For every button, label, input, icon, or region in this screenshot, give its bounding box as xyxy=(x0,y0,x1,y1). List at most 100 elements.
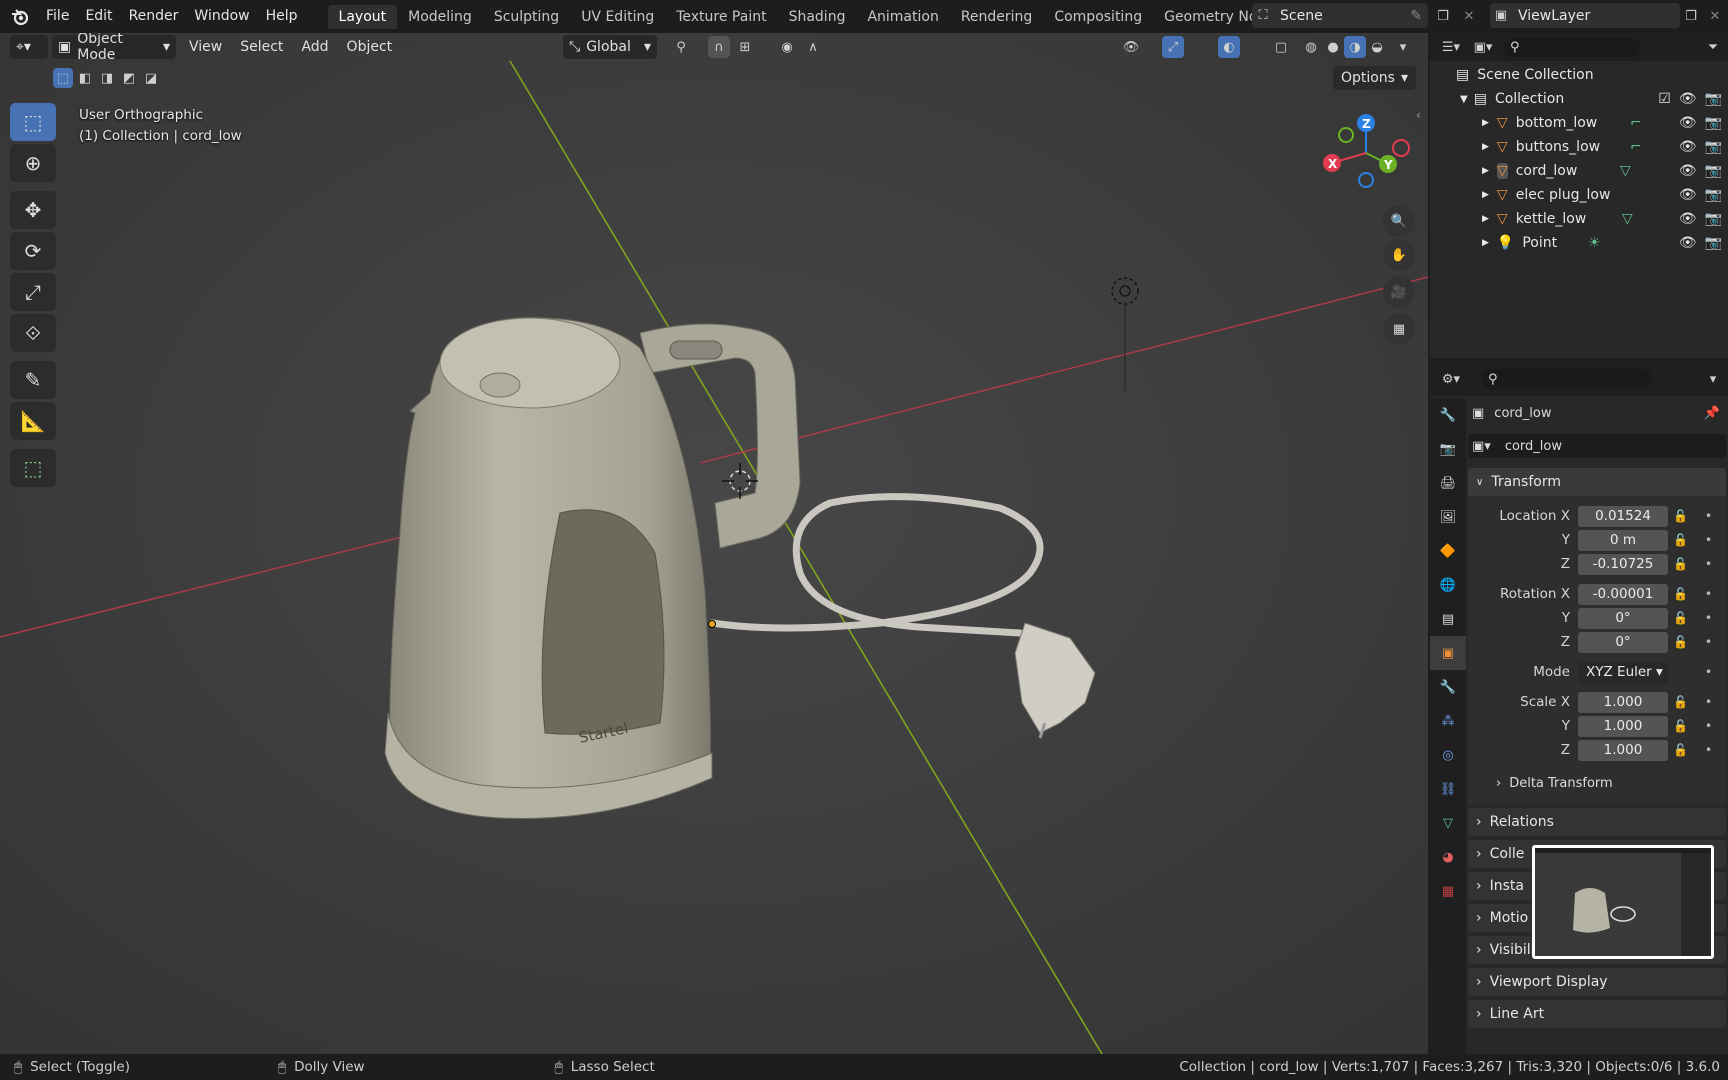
transform-tool[interactable]: ⟐ xyxy=(10,314,56,352)
chevron-right-icon[interactable]: ▶ xyxy=(1482,214,1489,224)
snap-target-icon[interactable]: ⊞ xyxy=(734,36,756,58)
eye-icon[interactable]: 👁 xyxy=(1679,163,1697,179)
material-shading-icon[interactable]: ◑ xyxy=(1344,36,1366,58)
chevron-right-icon[interactable]: ▶ xyxy=(1482,142,1489,152)
keyframe-dot-icon[interactable]: • xyxy=(1705,587,1712,601)
chevron-down-icon[interactable]: ▼ xyxy=(1460,94,1468,105)
tab-uv-editing[interactable]: UV Editing xyxy=(570,5,665,29)
menu-view[interactable]: View xyxy=(180,39,231,55)
display-mode-icon[interactable]: ▣▾ xyxy=(1472,36,1494,58)
tab-material[interactable]: ◕ xyxy=(1430,840,1466,874)
eye-icon[interactable]: 👁 xyxy=(1679,139,1697,155)
measure-tool[interactable]: 📐 xyxy=(10,402,56,440)
tab-layout[interactable]: Layout xyxy=(327,4,398,29)
scale-y-field[interactable]: 1.000 xyxy=(1578,715,1668,737)
lock-icon[interactable]: 🔓 xyxy=(1673,695,1688,709)
keyframe-dot-icon[interactable]: • xyxy=(1705,533,1712,547)
outliner-item[interactable]: ▶ 💡 Point ☀ 👁 📷 xyxy=(1430,231,1728,255)
tab-shading[interactable]: Shading xyxy=(778,5,857,29)
editor-type-button[interactable]: ⌖ ▾ xyxy=(10,35,48,59)
eye-icon[interactable]: 👁 xyxy=(1679,235,1697,251)
zoom-button[interactable]: 🔍 xyxy=(1383,205,1415,237)
eye-icon[interactable]: 👁 xyxy=(1679,115,1697,131)
line-art-panel[interactable]: › Line Art xyxy=(1468,1000,1726,1028)
camera-icon[interactable]: 📷 xyxy=(1705,211,1722,227)
tab-collection[interactable]: ▤ xyxy=(1430,602,1466,636)
xray-icon[interactable]: ▢ xyxy=(1270,36,1292,58)
scale-z-field[interactable]: 1.000 xyxy=(1578,739,1668,761)
proportional-edit-icon[interactable]: ◉ xyxy=(776,36,798,58)
eye-icon[interactable]: 👁 xyxy=(1679,91,1697,107)
tab-world[interactable]: 🌐 xyxy=(1430,568,1466,602)
keyframe-dot-icon[interactable]: • xyxy=(1705,611,1712,625)
lock-icon[interactable]: 🔓 xyxy=(1673,719,1688,733)
tab-render[interactable]: 📷 xyxy=(1430,432,1466,466)
delete-viewlayer-icon[interactable]: ✕ xyxy=(1704,5,1726,27)
eye-icon[interactable]: 👁 xyxy=(1679,187,1697,203)
select-box-tool[interactable]: ⬚ xyxy=(10,103,56,141)
lock-icon[interactable]: 🔓 xyxy=(1673,533,1688,547)
menu-object[interactable]: Object xyxy=(338,39,402,55)
move-tool[interactable]: ✥ xyxy=(10,191,56,229)
ortho-toggle-button[interactable]: ▦ xyxy=(1383,313,1415,345)
properties-editor-icon[interactable]: ⚙▾ xyxy=(1440,368,1462,390)
camera-icon[interactable]: 📷 xyxy=(1705,115,1722,131)
location-x-field[interactable]: 0.01524 xyxy=(1578,505,1668,527)
new-scene-icon[interactable]: ❐ xyxy=(1432,5,1454,27)
outliner-item[interactable]: ▶ ▽ buttons_low ⌐ 👁 📷 xyxy=(1430,135,1728,159)
keyframe-dot-icon[interactable]: • xyxy=(1705,509,1712,523)
viewlayer-selector[interactable]: ▣ ViewLayer xyxy=(1490,3,1680,28)
chevron-right-icon[interactable]: ▶ xyxy=(1482,166,1489,176)
menu-file[interactable]: File xyxy=(38,0,77,33)
rotation-z-field[interactable]: 0° xyxy=(1578,631,1668,653)
outliner-editor-icon[interactable]: ☰▾ xyxy=(1440,36,1462,58)
camera-view-button[interactable]: 🎥 xyxy=(1383,276,1415,308)
camera-icon[interactable]: 📷 xyxy=(1705,139,1722,155)
tab-texture-paint[interactable]: Texture Paint xyxy=(665,5,777,29)
gizmo-icon[interactable]: ⤢ xyxy=(1162,36,1184,58)
falloff-icon[interactable]: ∧ xyxy=(802,36,824,58)
tab-animation[interactable]: Animation xyxy=(856,5,949,29)
rotation-y-field[interactable]: 0° xyxy=(1578,607,1668,629)
3d-viewport[interactable]: Startel ⌖ ▾ ▣ Object Mode ▾ View Select A… xyxy=(0,33,1428,1054)
blender-logo-icon[interactable] xyxy=(10,7,30,27)
tab-physics[interactable]: ◎ xyxy=(1430,738,1466,772)
menu-window[interactable]: Window xyxy=(186,0,257,33)
mode-dropdown[interactable]: ▣ Object Mode ▾ xyxy=(52,33,176,63)
lock-icon[interactable]: 🔓 xyxy=(1673,587,1688,601)
outliner-item[interactable]: ▶ ▽ elec plug_low 👁 📷 xyxy=(1430,183,1728,207)
camera-icon[interactable]: 📷 xyxy=(1705,163,1722,179)
lock-icon[interactable]: 🔓 xyxy=(1673,611,1688,625)
camera-icon[interactable]: 📷 xyxy=(1705,91,1722,107)
outliner-search-input[interactable]: ⚲ xyxy=(1504,37,1640,57)
location-y-field[interactable]: 0 m xyxy=(1578,529,1668,551)
scale-x-field[interactable]: 1.000 xyxy=(1578,691,1668,713)
tab-texture[interactable]: ▦ xyxy=(1430,874,1466,908)
tab-modeling[interactable]: Modeling xyxy=(397,5,483,29)
chevron-left-icon[interactable]: ‹ xyxy=(1416,108,1421,122)
select-new-icon[interactable]: ⬚ xyxy=(53,68,73,88)
delete-scene-icon[interactable]: ✕ xyxy=(1458,5,1480,27)
select-extend-icon[interactable]: ◧ xyxy=(75,68,95,88)
chevron-down-icon[interactable]: ▾ xyxy=(1392,36,1414,58)
add-cube-tool[interactable]: ⬚ xyxy=(10,449,56,487)
outliner-item[interactable]: ▶ ▽ bottom_low ⌐ 👁 📷 xyxy=(1430,111,1728,135)
pan-button[interactable]: ✋ xyxy=(1383,239,1415,271)
menu-render[interactable]: Render xyxy=(121,0,187,33)
menu-add[interactable]: Add xyxy=(292,39,337,55)
tab-rendering[interactable]: Rendering xyxy=(950,5,1044,29)
tab-particles[interactable]: ⁂ xyxy=(1430,704,1466,738)
navigation-gizmo[interactable]: Z Y X xyxy=(1316,108,1416,198)
select-intersect-icon[interactable]: ◪ xyxy=(141,68,161,88)
select-subtract-icon[interactable]: ◨ xyxy=(97,68,117,88)
rotation-x-field[interactable]: -0.00001 xyxy=(1578,583,1668,605)
annotate-tool[interactable]: ✎ xyxy=(10,361,56,399)
menu-select[interactable]: Select xyxy=(231,39,292,55)
eye-icon[interactable]: 👁 xyxy=(1679,211,1697,227)
tab-scene[interactable]: 🔶 xyxy=(1430,534,1466,568)
lock-icon[interactable]: 🔓 xyxy=(1673,743,1688,757)
object-name-field[interactable]: ▣▾ cord_low xyxy=(1468,434,1726,458)
scale-tool[interactable]: ⤢ xyxy=(10,273,56,311)
transform-panel-header[interactable]: ∨ Transform xyxy=(1468,468,1726,496)
tab-object[interactable]: ▣ xyxy=(1430,636,1466,670)
